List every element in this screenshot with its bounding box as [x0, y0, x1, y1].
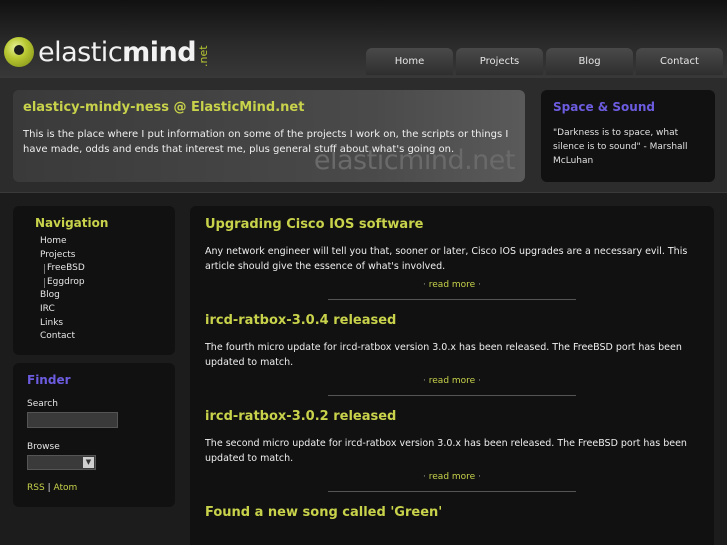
- browse-select[interactable]: ▼: [27, 455, 96, 470]
- logo-ball-icon: [4, 37, 34, 67]
- tab-projects[interactable]: Projects: [456, 48, 543, 75]
- nav-item-projects[interactable]: Projects: [35, 249, 153, 263]
- nav-item-irc[interactable]: IRC: [35, 303, 153, 317]
- main-content: Upgrading Cisco IOS software Any network…: [190, 206, 714, 545]
- chevron-down-icon[interactable]: ▼: [83, 457, 94, 468]
- rss-link[interactable]: RSS: [27, 483, 45, 493]
- post-divider: [328, 299, 576, 300]
- post-divider: [328, 491, 576, 492]
- intro-title: elasticy-mindy-ness @ ElasticMind.net: [23, 100, 305, 115]
- finder-box: Finder Search Browse ▼ RSS | Atom: [13, 363, 175, 507]
- site-logo[interactable]: elasticmind .net: [4, 34, 210, 70]
- atom-link[interactable]: Atom: [53, 483, 77, 493]
- read-more-link[interactable]: · read more ·: [205, 472, 699, 482]
- post-title[interactable]: ircd-ratbox-3.0.2 released: [205, 408, 699, 432]
- post-title[interactable]: Upgrading Cisco IOS software: [205, 216, 699, 240]
- tab-contact[interactable]: Contact: [636, 48, 723, 75]
- nav-item-contact[interactable]: Contact: [35, 330, 153, 344]
- read-more-link[interactable]: · read more ·: [205, 280, 699, 290]
- nav-item-freebsd[interactable]: FreeBSD: [35, 262, 153, 276]
- post-body: The second micro update for ircd-ratbox …: [205, 438, 687, 464]
- space-sound-title: Space & Sound: [553, 100, 655, 114]
- tab-home[interactable]: Home: [366, 48, 453, 75]
- navigation-title: Navigation: [35, 216, 109, 230]
- navigation-box: Navigation Home Projects FreeBSD Eggdrop…: [13, 206, 175, 355]
- feed-separator: |: [47, 483, 51, 493]
- post-title[interactable]: ircd-ratbox-3.0.4 released: [205, 312, 699, 336]
- nav-item-links[interactable]: Links: [35, 317, 153, 331]
- finder-title: Finder: [27, 373, 71, 387]
- intro-box: elasticy-mindy-ness @ ElasticMind.net Th…: [13, 90, 525, 182]
- search-label: Search: [27, 399, 58, 409]
- logo-tld: .net: [197, 45, 211, 67]
- search-input[interactable]: [27, 412, 118, 428]
- post: Upgrading Cisco IOS software Any network…: [205, 216, 699, 300]
- logo-text: elasticmind: [38, 36, 197, 68]
- tab-blog[interactable]: Blog: [546, 48, 633, 75]
- post: ircd-ratbox-3.0.2 released The second mi…: [205, 408, 699, 492]
- nav-item-home[interactable]: Home: [35, 235, 153, 249]
- post-title[interactable]: Found a new song called 'Green': [205, 504, 699, 528]
- space-sound-quote: "Darkness is to space, what silence is t…: [553, 128, 688, 166]
- feed-links: RSS | Atom: [27, 483, 161, 493]
- nav-item-eggdrop[interactable]: Eggdrop: [35, 276, 153, 290]
- main-nav-tabs: Home Projects Blog Contact: [366, 48, 723, 75]
- browse-label: Browse: [27, 442, 60, 452]
- nav-item-blog[interactable]: Blog: [35, 289, 153, 303]
- post: ircd-ratbox-3.0.4 released The fourth mi…: [205, 312, 699, 396]
- read-more-link[interactable]: · read more ·: [205, 376, 699, 386]
- post-body: The fourth micro update for ircd-ratbox …: [205, 342, 682, 368]
- space-sound-box: Space & Sound "Darkness is to space, wha…: [541, 90, 715, 182]
- post-divider: [328, 395, 576, 396]
- intro-text: This is the place where I put informatio…: [23, 129, 509, 155]
- site-header: elasticmind .net Home Projects Blog Cont…: [0, 0, 727, 78]
- post: Found a new song called 'Green': [205, 504, 699, 528]
- post-body: Any network engineer will tell you that,…: [205, 246, 688, 272]
